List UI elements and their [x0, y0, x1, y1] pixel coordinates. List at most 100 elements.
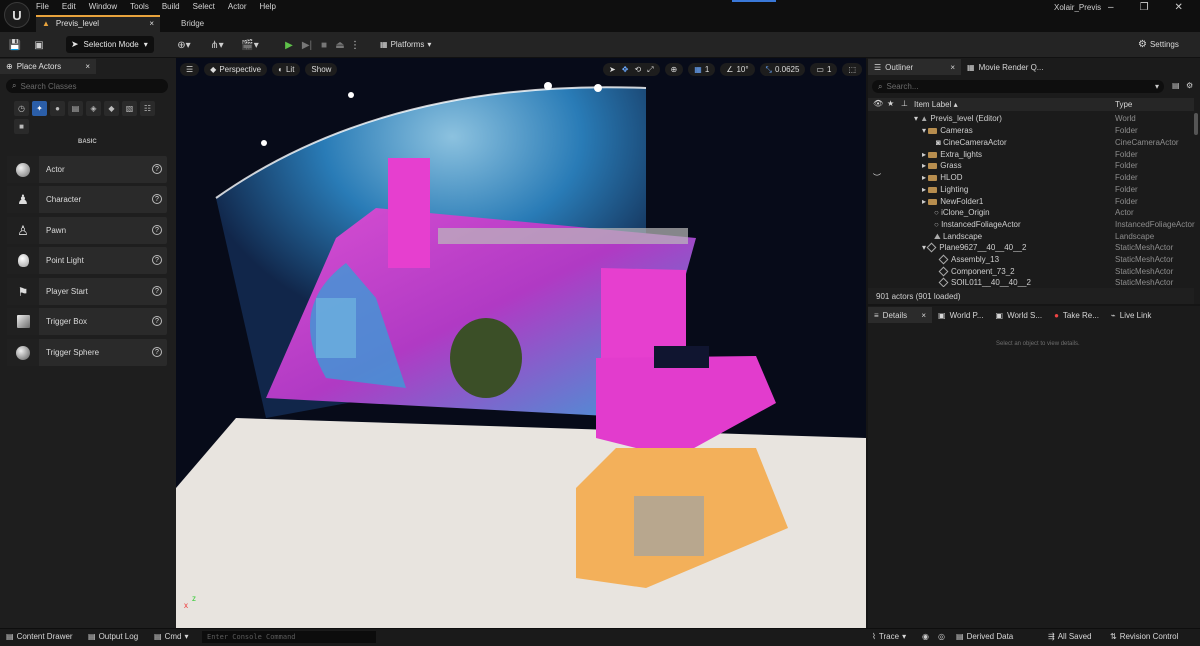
place-actor-item-point-light[interactable]: Point Light ? — [7, 247, 167, 274]
lit-button[interactable]: ◐ Lit — [272, 63, 301, 76]
outliner-row[interactable]: ▸ Grass Folder — [868, 160, 1194, 172]
tab-world-settings[interactable]: ▣ World S... — [990, 307, 1049, 323]
help-icon[interactable]: ? — [152, 255, 162, 265]
add-folder-icon[interactable]: ▤ — [1172, 81, 1180, 90]
transform-tools[interactable]: ➤ ✥ ⟲ ⤢ — [603, 63, 660, 76]
output-log-button[interactable]: ▤ Output Log — [88, 632, 138, 641]
derived-data-button[interactable]: ▤ Derived Data — [956, 632, 1013, 641]
tab-outliner[interactable]: ☰ Outliner × — [868, 59, 961, 75]
outliner-scrollbar[interactable] — [1194, 113, 1198, 135]
help-icon[interactable]: ? — [152, 225, 162, 235]
close-icon[interactable]: × — [85, 62, 90, 71]
column-item-label[interactable]: Item Label ▴ — [914, 100, 958, 109]
select-icon[interactable]: ➤ — [609, 65, 616, 74]
place-actor-item-trigger-box[interactable]: Trigger Box ? — [7, 308, 167, 335]
outliner-row[interactable]: ▸ Extra_lights Folder — [868, 149, 1194, 161]
outliner-row[interactable]: Component_73_2 StaticMeshActor — [868, 266, 1194, 278]
trace-button[interactable]: ⌇ Trace ▾ — [872, 632, 906, 641]
menu-select[interactable]: Select — [193, 2, 215, 11]
help-icon[interactable]: ? — [152, 286, 162, 296]
outliner-row[interactable]: ◙ CineCameraActor CineCameraActor — [868, 137, 1194, 149]
record-status-icon[interactable]: ◎ — [938, 632, 945, 641]
step-icon[interactable]: ▶| — [300, 36, 314, 54]
move-icon[interactable]: ✥ — [622, 65, 629, 74]
column-type[interactable]: Type — [1115, 100, 1132, 109]
viewport-menu-icon[interactable]: ☰ — [180, 63, 200, 76]
revision-control-button[interactable]: ⇅ Revision Control — [1110, 632, 1178, 641]
all-saved-button[interactable]: ⇶ All Saved — [1048, 632, 1092, 641]
eject-icon[interactable]: ⏏ — [334, 36, 346, 54]
show-button[interactable]: Show — [305, 63, 338, 76]
console-command-input[interactable]: Enter Console Command — [202, 631, 376, 643]
tab-bridge[interactable]: Bridge — [168, 15, 242, 32]
tab-details[interactable]: ≡ Details × — [868, 307, 932, 323]
place-actor-item-character[interactable]: ♟ Character ? — [7, 186, 167, 213]
tab-movie-render-queue[interactable]: ▦ Movie Render Q... — [961, 59, 1049, 75]
menu-edit[interactable]: Edit — [62, 2, 76, 11]
grid-snap-button[interactable]: ▦ 1 — [688, 63, 716, 76]
rotation-snap-button[interactable]: ∠ 10° — [720, 63, 755, 76]
outliner-row[interactable]: ▸ Lighting Folder — [868, 184, 1194, 196]
unreal-logo-icon[interactable]: U — [4, 2, 30, 28]
menu-actor[interactable]: Actor — [228, 2, 247, 11]
help-icon[interactable]: ? — [152, 194, 162, 204]
help-icon[interactable]: ? — [152, 347, 162, 357]
lights-icon[interactable]: ● — [50, 101, 65, 116]
level-viewport[interactable]: x z — [176, 58, 866, 628]
search-classes-input[interactable]: ⌕ Search Classes — [6, 79, 168, 93]
camera-status-icon[interactable]: ◉ — [922, 632, 929, 641]
selection-mode-button[interactable]: ➤ Selection Mode ▾ — [66, 36, 154, 53]
close-icon[interactable]: × — [149, 19, 154, 28]
menu-build[interactable]: Build — [162, 2, 180, 11]
minimize-icon[interactable]: – — [1108, 2, 1114, 13]
outliner-row[interactable]: ▾ Cameras Folder — [868, 125, 1194, 137]
outliner-row[interactable]: ○ iClone_Origin Actor — [868, 207, 1194, 219]
outliner-row[interactable]: ▾ Plane9627__40__40__2 StaticMeshActor — [868, 242, 1194, 254]
outliner-row[interactable]: ⛰ Landscape Landscape — [868, 231, 1194, 243]
menu-file[interactable]: File — [36, 2, 49, 11]
visual-effects-icon[interactable]: ◈ — [86, 101, 101, 116]
outliner-row[interactable]: Assembly_13 StaticMeshActor — [868, 254, 1194, 266]
outliner-row[interactable]: ▸ NewFolder1 Folder — [868, 196, 1194, 208]
chevron-down-icon[interactable]: ▾ — [1155, 82, 1159, 91]
save-icon[interactable]: 💾 — [6, 36, 24, 54]
tab-previs-level[interactable]: ▲ Previs_level × — [36, 15, 160, 32]
play-options-icon[interactable]: ⋮ — [350, 36, 360, 54]
place-actor-item-trigger-sphere[interactable]: Trigger Sphere ? — [7, 339, 167, 366]
place-actor-item-pawn[interactable]: ♙ Pawn ? — [7, 217, 167, 244]
all-classes-icon[interactable]: ☷ — [140, 101, 155, 116]
place-actors-tab[interactable]: ⊕ Place Actors × — [0, 59, 96, 74]
outliner-row[interactable]: ▾ ▲ Previs_level (Editor) World — [868, 113, 1194, 125]
rotate-icon[interactable]: ⟲ — [634, 65, 641, 74]
tab-live-link[interactable]: ⌁ Live Link — [1105, 307, 1157, 323]
place-actor-item-player-start[interactable]: ⚑ Player Start ? — [7, 278, 167, 305]
pin-column-icon[interactable]: ⊥ — [901, 99, 908, 108]
platforms-button[interactable]: ▦ Platforms ▾ — [380, 37, 431, 52]
volumes-icon[interactable]: ▧ — [122, 101, 137, 116]
tab-take-recorder[interactable]: ● Take Re... — [1048, 307, 1105, 323]
help-icon[interactable]: ? — [152, 164, 162, 174]
menu-tools[interactable]: Tools — [130, 2, 149, 11]
outliner-row[interactable]: ︶ ▸ HLOD Folder — [868, 172, 1194, 184]
stop-icon[interactable]: ■ — [318, 36, 330, 54]
outliner-row[interactable]: ○ InstancedFoliageActor InstancedFoliage… — [868, 219, 1195, 231]
scale-snap-button[interactable]: ⤡ 0.0625 — [759, 63, 806, 76]
perspective-button[interactable]: ◆ Perspective — [204, 63, 268, 76]
content-drawer-button[interactable]: ▤ Content Drawer — [6, 632, 73, 641]
help-icon[interactable]: ? — [152, 316, 162, 326]
blueprint-button[interactable]: ⋔▾ — [205, 36, 229, 54]
add-actor-button[interactable]: ⊕▾ — [172, 36, 196, 54]
play-icon[interactable]: ▶ — [282, 36, 296, 54]
visibility-toggle-icon[interactable]: ︶ — [873, 172, 881, 183]
tab-world-partition[interactable]: ▣ World P... — [932, 307, 990, 323]
visibility-column-icon[interactable]: 👁 — [873, 99, 883, 108]
basic-icon[interactable]: ✦ — [32, 101, 47, 116]
settings-gear-icon[interactable]: ⚙ — [1186, 81, 1193, 90]
outliner-row[interactable]: SOIL011__40__40__2 StaticMeshActor — [868, 277, 1194, 287]
recent-icon[interactable]: ◷ — [14, 101, 29, 116]
settings-button[interactable]: ⚙ Settings — [1138, 37, 1179, 52]
window-close-icon[interactable]: ✕ — [1175, 2, 1183, 13]
maximize-viewport-icon[interactable]: ⬚ — [842, 63, 862, 76]
outliner-search-input[interactable]: ⌕ Search... ▾ — [872, 80, 1164, 93]
menu-window[interactable]: Window — [89, 2, 117, 11]
